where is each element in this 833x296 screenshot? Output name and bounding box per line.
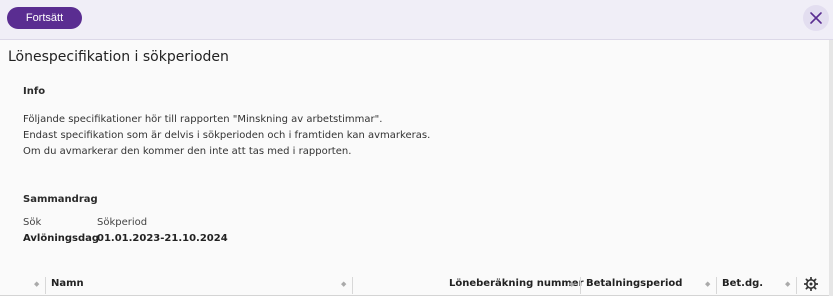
- column-divider: [716, 277, 717, 294]
- column-header-payroll-number[interactable]: Löneberäkning nummer: [449, 272, 584, 296]
- sort-icon[interactable]: ◆: [785, 272, 790, 296]
- close-button[interactable]: [803, 5, 829, 31]
- summary-label-search: Sök: [23, 217, 42, 228]
- column-header-payment-period[interactable]: Betalningsperiod: [586, 272, 682, 296]
- table-header: ◆ Namn ◆ Löneberäkning nummer ◆ Betalnin…: [0, 272, 829, 296]
- sort-icon[interactable]: ◆: [569, 272, 574, 296]
- info-line: Endast specifikation som är delvis i sök…: [23, 130, 431, 141]
- column-divider: [580, 277, 581, 294]
- info-line: Följande specifikationer hör till rappor…: [23, 114, 383, 125]
- close-icon: [810, 12, 822, 24]
- column-divider: [796, 277, 797, 294]
- sort-icon[interactable]: ◆: [705, 272, 710, 296]
- gear-icon[interactable]: [804, 277, 818, 291]
- info-line: Om du avmarkerar den kommer den inte att…: [23, 146, 352, 157]
- sort-icon[interactable]: ◆: [34, 272, 39, 296]
- sort-icon[interactable]: ◆: [341, 272, 346, 296]
- summary-value-search: Sökperiod: [97, 217, 148, 228]
- continue-button[interactable]: Fortsätt: [7, 7, 82, 29]
- summary-heading: Sammandrag: [23, 194, 98, 205]
- info-heading: Info: [23, 86, 46, 97]
- summary-value-payday: 01.01.2023-21.10.2024: [97, 233, 228, 244]
- top-toolbar: Fortsätt: [0, 0, 833, 40]
- column-header-name[interactable]: Namn: [51, 272, 84, 296]
- page-title: Lönespecifikation i sökperioden: [8, 49, 229, 65]
- column-divider: [45, 277, 46, 294]
- column-divider: [352, 277, 353, 294]
- summary-label-payday: Avlöningsdag: [23, 233, 100, 244]
- vertical-scrollbar[interactable]: [829, 40, 833, 296]
- column-header-payment-day[interactable]: Bet.dg.: [722, 272, 763, 296]
